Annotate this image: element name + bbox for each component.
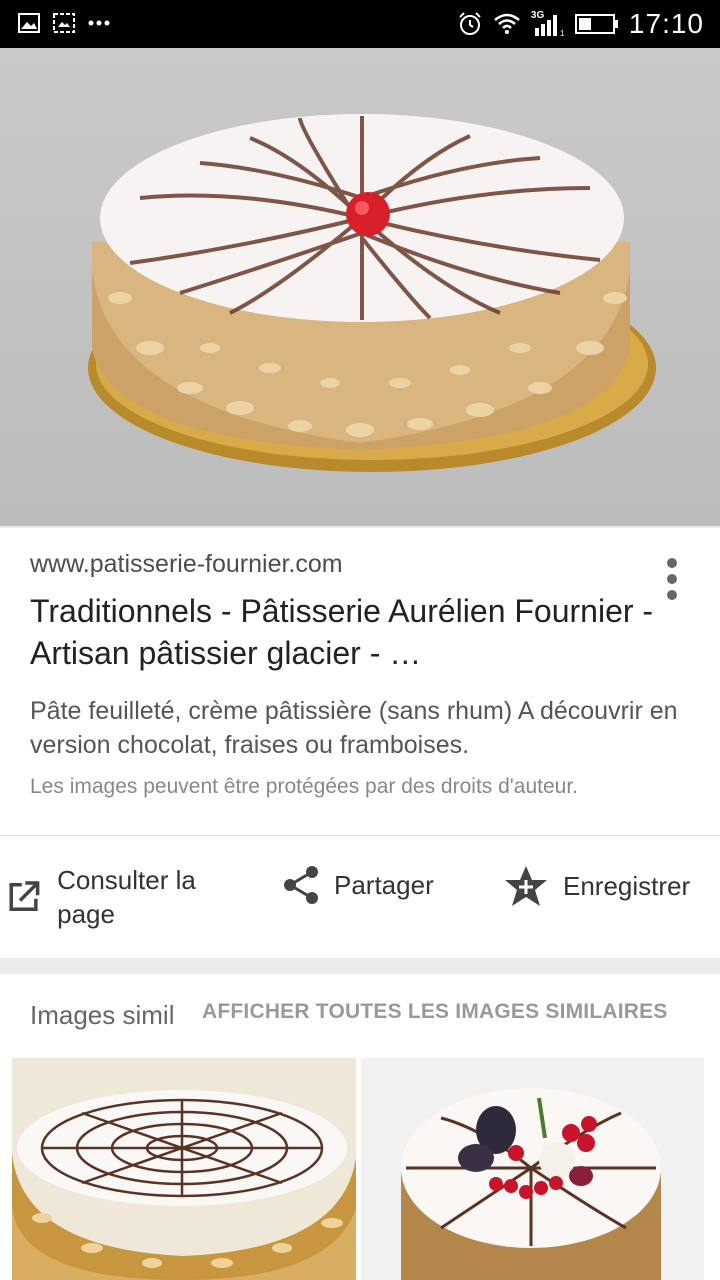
share-icon [284,866,318,904]
visit-page-label: Consulter la page [57,865,196,929]
similar-image-thumbnail[interactable] [12,1058,356,1280]
status-left-icons [18,12,110,34]
more-options-icon[interactable] [662,556,682,602]
image-icon [18,13,40,33]
divider [0,835,720,836]
cake-photo [88,114,656,472]
open-external-icon [9,881,40,912]
battery-icon [574,14,618,34]
similar-images-section: Images similaires AFFICHER TOUTES LES IM… [0,974,720,1280]
visit-page-button[interactable]: Consulter la page [6,863,236,931]
result-description: Pâte feuilleté, crème pâtissière (sans r… [30,697,678,759]
clock: 17:10 [628,8,704,39]
wifi-icon [494,13,520,34]
similar-images-title: Images similaires [30,1000,174,1030]
show-all-similar-button[interactable]: AFFICHER TOUTES LES IMAGES SIMILAIRES [202,1000,668,1024]
cake-with-berries-thumbnail-photo [361,1058,704,1280]
result-domain[interactable]: www.patisserie-fournier.com [30,550,343,579]
similar-image-thumbnail[interactable] [361,1058,704,1280]
share-label: Partager [334,869,434,900]
status-right-icons: 3G 1 17:10 [457,8,704,40]
save-label: Enregistrer [563,870,691,901]
status-bar: 3G 1 17:10 [0,0,720,48]
result-title[interactable]: Traditionnels - Pâtisserie Aurélien Four… [30,590,660,674]
hero-image[interactable] [0,48,720,526]
copyright-notice: Les images peuvent être protégées par de… [30,775,579,798]
cake-thumbnail-photo [12,1058,356,1280]
result-card: www.patisserie-fournier.com Traditionnel… [0,528,720,958]
screenshot-icon [53,13,75,33]
alarm-icon [459,12,481,35]
signal-icon: 3G 1 [531,10,565,38]
more-dots-icon [88,20,110,26]
star-plus-icon [505,866,547,906]
svg-text:1: 1 [560,29,565,38]
save-button[interactable]: Enregistrer [503,864,690,908]
share-button[interactable]: Partager [282,864,434,906]
